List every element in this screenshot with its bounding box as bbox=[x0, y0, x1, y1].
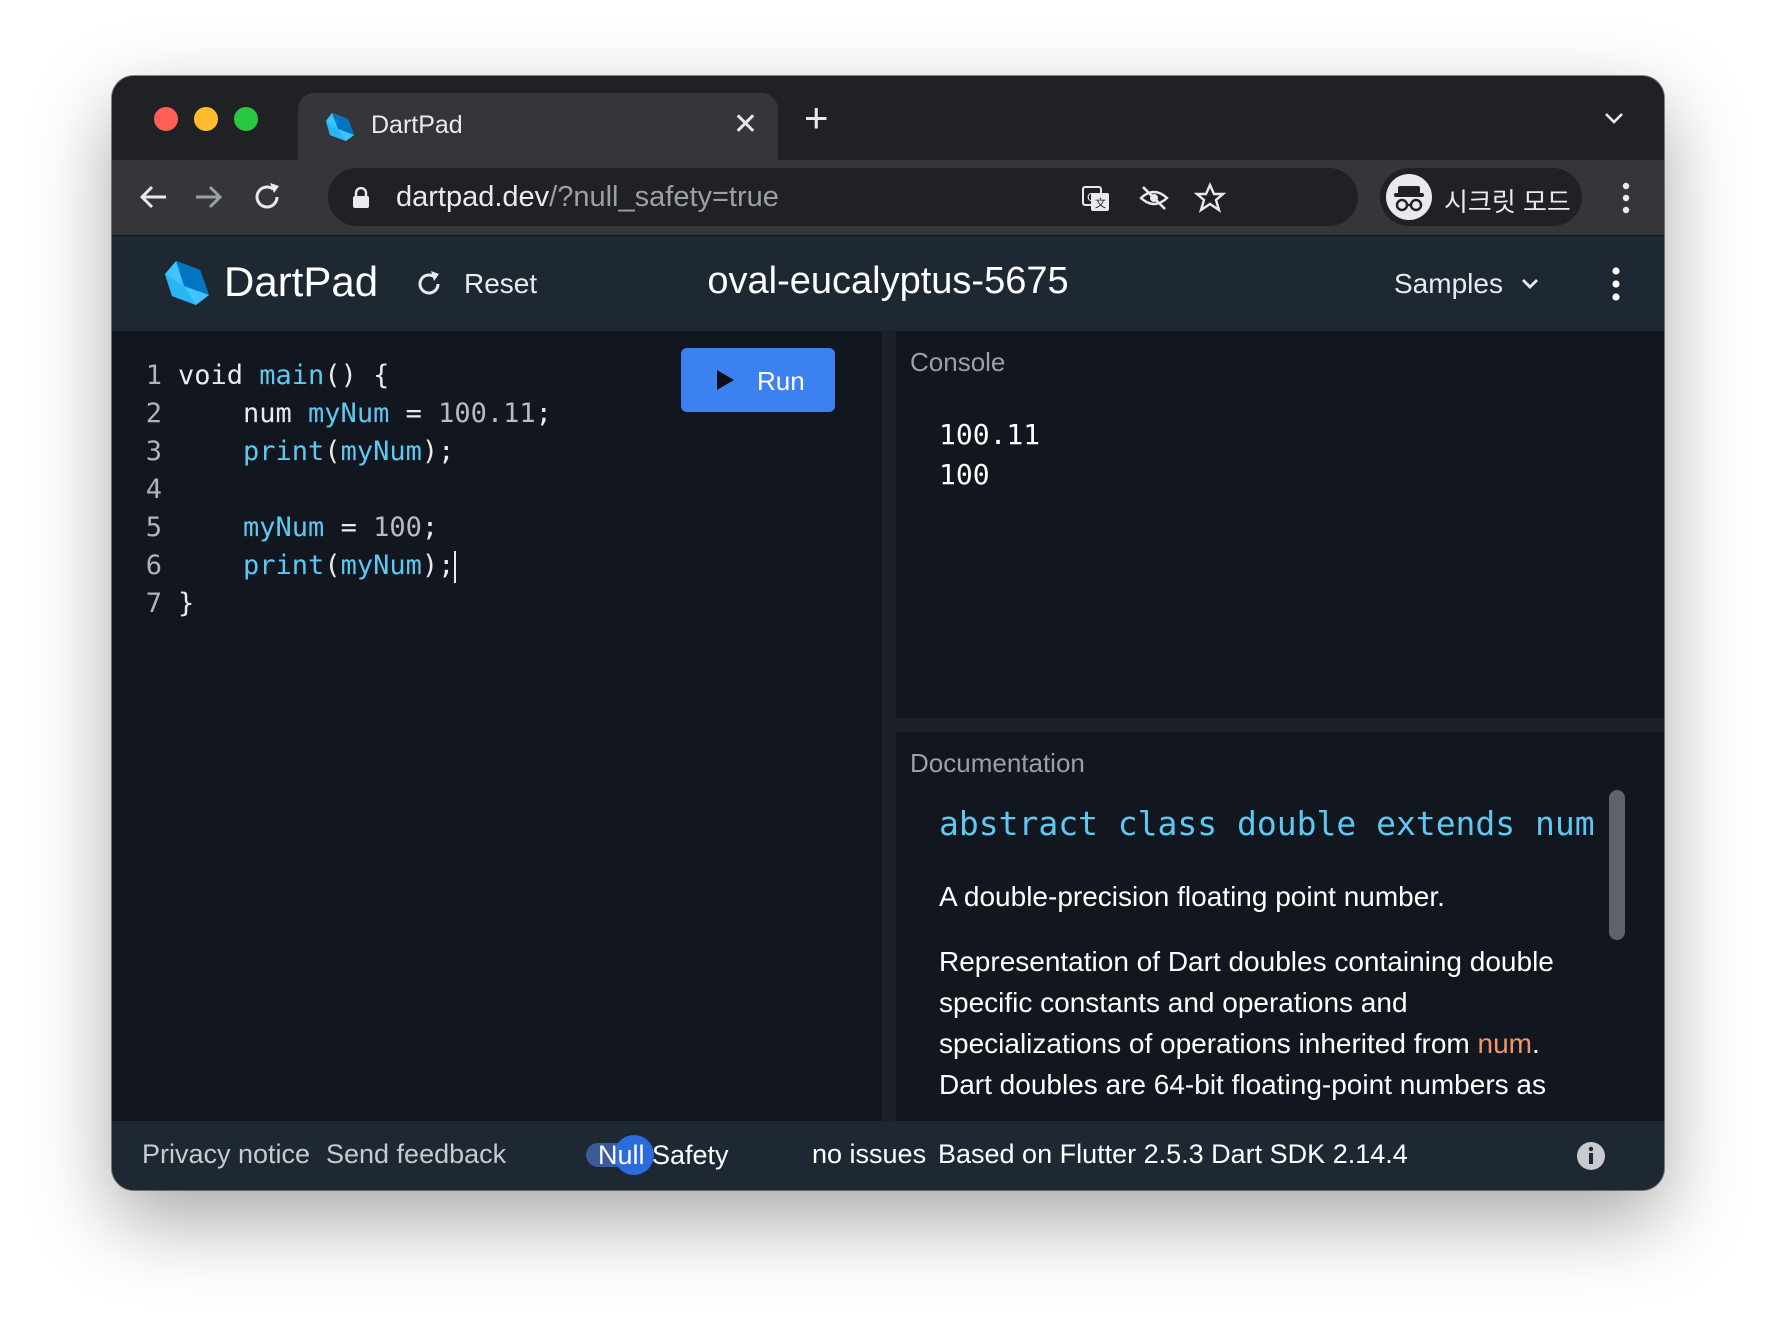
tab-strip: DartPad ✕ + bbox=[112, 76, 1664, 160]
console-line: 100 bbox=[939, 458, 990, 491]
code-token: void bbox=[178, 360, 260, 391]
incognito-label: 시크릿 모드 bbox=[1444, 187, 1571, 217]
browser-window: DartPad ✕ + dartpad.dev/?null_safety=tru… bbox=[112, 76, 1664, 1190]
chevron-down-icon[interactable] bbox=[1600, 104, 1628, 132]
horizontal-splitter[interactable] bbox=[896, 718, 1664, 732]
line-number: 2 bbox=[145, 398, 162, 429]
code-token: print bbox=[243, 550, 325, 581]
documentation-panel: Documentation abstract class double exte… bbox=[896, 732, 1664, 1121]
chevron-down-icon[interactable] bbox=[1518, 272, 1542, 296]
close-window-button[interactable] bbox=[154, 107, 178, 131]
translate-icon[interactable]: G 文 bbox=[1080, 182, 1112, 214]
lock-icon[interactable] bbox=[352, 187, 370, 209]
code-token: } bbox=[178, 588, 195, 619]
code-token: ; bbox=[535, 398, 552, 429]
url-host: dartpad.dev bbox=[396, 181, 550, 213]
code-token: ( bbox=[324, 436, 341, 467]
url-path: /?null_safety=true bbox=[549, 181, 779, 213]
code-line[interactable]: 7} bbox=[140, 585, 552, 623]
sdk-version-info: Based on Flutter 2.5.3 Dart SDK 2.14.4 bbox=[938, 1139, 1408, 1169]
null-safety-label: Null Safety bbox=[598, 1140, 729, 1170]
code-line[interactable]: 2 num myNum = 100.11; bbox=[140, 395, 552, 433]
more-menu-icon[interactable] bbox=[1612, 266, 1620, 302]
line-number: 7 bbox=[145, 588, 162, 619]
line-number: 5 bbox=[145, 512, 162, 543]
privacy-notice-link[interactable]: Privacy notice bbox=[142, 1139, 310, 1170]
text-caret bbox=[454, 550, 457, 583]
code-token: ; bbox=[421, 512, 439, 543]
code-token: = bbox=[324, 512, 374, 543]
line-number: 4 bbox=[145, 474, 162, 505]
code-token: main bbox=[259, 360, 325, 391]
code-token: 100 bbox=[373, 512, 422, 543]
line-number: 1 bbox=[145, 360, 162, 391]
tab-title: DartPad bbox=[371, 111, 463, 139]
vertical-splitter[interactable] bbox=[882, 331, 896, 1121]
code-token: myNum bbox=[243, 512, 325, 543]
star-icon[interactable] bbox=[1194, 182, 1226, 214]
doc-summary: A double-precision floating point number… bbox=[939, 881, 1445, 912]
dart-logo-icon bbox=[326, 113, 354, 141]
issues-status[interactable]: no issues bbox=[812, 1139, 926, 1170]
code-line[interactable]: 5 myNum = 100; bbox=[140, 509, 552, 547]
console-line: 100.11 bbox=[939, 418, 1041, 451]
console-output: 100.11 100 bbox=[939, 415, 1040, 495]
play-icon bbox=[717, 370, 734, 390]
kebab-menu-icon[interactable] bbox=[1622, 180, 1630, 216]
code-token: ( bbox=[324, 550, 341, 581]
code-token: myNum bbox=[340, 436, 422, 467]
code-token: print bbox=[243, 436, 325, 467]
address-bar[interactable]: dartpad.dev/?null_safety=true G 文 bbox=[328, 168, 1358, 226]
code-line[interactable]: 3 print(myNum); bbox=[140, 433, 552, 471]
eye-off-icon[interactable] bbox=[1138, 182, 1170, 214]
zoom-window-button[interactable] bbox=[234, 107, 258, 131]
back-icon[interactable] bbox=[134, 178, 172, 216]
code-token: () { bbox=[324, 360, 390, 391]
minimize-window-button[interactable] bbox=[194, 107, 218, 131]
code-editor[interactable]: 1 void main() {2 num myNum = 100.11; 3 pri… bbox=[112, 331, 882, 1121]
code-line[interactable]: 6 print(myNum); bbox=[140, 547, 552, 585]
documentation-title: Documentation bbox=[910, 748, 1085, 778]
reload-icon[interactable] bbox=[248, 178, 286, 216]
dartpad-header: DartPad Reset oval-eucalyptus-5675 Sampl… bbox=[112, 235, 1664, 332]
browser-tab[interactable]: DartPad ✕ bbox=[298, 93, 778, 160]
code-line[interactable]: 4 bbox=[140, 471, 552, 509]
doc-body: A double-precision floating point number… bbox=[939, 876, 1579, 1121]
console-title: Console bbox=[910, 347, 1006, 377]
code-token: ); bbox=[421, 436, 455, 467]
status-bar: Privacy notice Send feedback Null Safety… bbox=[112, 1121, 1664, 1190]
incognito-icon bbox=[1386, 174, 1432, 220]
code-token: myNum bbox=[340, 550, 422, 581]
code-area[interactable]: 1 void main() {2 num myNum = 100.11; 3 pri… bbox=[140, 357, 552, 623]
line-number: 6 bbox=[145, 550, 162, 581]
doc-scrollbar[interactable] bbox=[1609, 790, 1625, 940]
doc-link-num[interactable]: num bbox=[1478, 1028, 1532, 1059]
code-token: num bbox=[178, 398, 309, 429]
new-tab-button[interactable]: + bbox=[804, 97, 829, 139]
code-token: myNum bbox=[308, 398, 390, 429]
send-feedback-link[interactable]: Send feedback bbox=[326, 1139, 506, 1170]
run-label: Run bbox=[757, 366, 805, 396]
code-token: 100.11 bbox=[438, 398, 536, 429]
doc-signature: abstract class double extends num bbox=[939, 804, 1595, 843]
samples-dropdown[interactable]: Samples bbox=[1394, 268, 1503, 300]
run-button[interactable]: Run bbox=[681, 348, 835, 412]
code-token: ); bbox=[421, 550, 455, 581]
browser-toolbar: dartpad.dev/?null_safety=true G 文 시크릿 모드 bbox=[112, 160, 1664, 235]
info-icon[interactable] bbox=[1576, 1141, 1606, 1171]
incognito-profile-button[interactable]: 시크릿 모드 bbox=[1380, 168, 1582, 226]
doc-paragraph: Representation of Dart doubles containin… bbox=[939, 941, 1579, 1105]
forward-icon[interactable] bbox=[190, 178, 228, 216]
url-text[interactable]: dartpad.dev/?null_safety=true bbox=[396, 181, 779, 214]
svg-text:文: 文 bbox=[1095, 196, 1106, 210]
close-tab-icon[interactable]: ✕ bbox=[733, 109, 758, 141]
doc-text-run: Representation of Dart doubles containin… bbox=[939, 946, 1554, 1059]
code-line[interactable]: 1 void main() { bbox=[140, 357, 552, 395]
console-panel: Console 100.11 100 bbox=[896, 331, 1664, 718]
code-token: = bbox=[389, 398, 439, 429]
line-number: 3 bbox=[145, 436, 162, 467]
